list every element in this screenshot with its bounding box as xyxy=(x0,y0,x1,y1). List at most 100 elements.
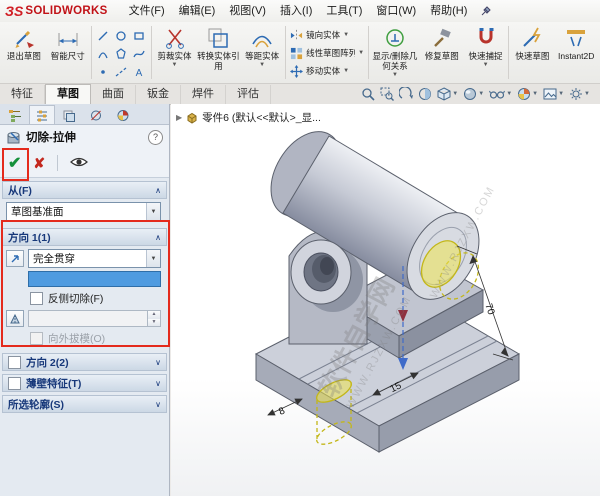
rapid-sketch-button[interactable]: 快速草图 xyxy=(510,23,554,62)
expand-icon[interactable]: ▶ xyxy=(176,113,182,122)
previous-view-button[interactable] xyxy=(399,87,414,101)
edit-appearance-button[interactable]: ▼ xyxy=(517,87,538,101)
linear-pattern-icon xyxy=(290,47,303,59)
feature-header: 切除-拉伸 ? xyxy=(0,125,169,149)
sketch-entity-grid: A xyxy=(93,23,150,80)
dimxpert-manager-tab[interactable] xyxy=(83,105,109,124)
solidworks-logo: ЗS SOLIDWORKS xyxy=(5,3,108,19)
menu-insert[interactable]: 插入(I) xyxy=(273,0,319,22)
repair-sketch-button[interactable]: 修复草图 xyxy=(420,23,464,62)
end-condition-combobox[interactable]: 完全贯穿 ▼ xyxy=(28,249,161,268)
flyout-feature-tree[interactable]: ▶ 零件6 (默认<<默认>_显... xyxy=(176,110,321,125)
spin-up-icon[interactable]: ▲ xyxy=(148,311,160,319)
model-view[interactable]: 70 15 8 软件自学网 WWW.RJZXW.COM WWW.RJZXW.CO… xyxy=(171,104,600,496)
caret-down-icon: ▼ xyxy=(452,91,459,97)
mirror-entities-button[interactable]: 镜向实体 ▼ xyxy=(287,27,367,43)
menu-file[interactable]: 文件(F) xyxy=(122,0,172,22)
thin-feature-checkbox[interactable] xyxy=(8,376,21,390)
dim-70-text[interactable]: 70 xyxy=(482,302,496,316)
draft-angle-field[interactable]: ▲ ▼ xyxy=(28,310,161,327)
cancel-button[interactable]: ✘ xyxy=(33,155,45,172)
apply-scene-button[interactable]: ▼ xyxy=(543,87,564,101)
caret-down-icon: ▼ xyxy=(343,68,350,74)
section-direction1-header[interactable]: 方向 1(1) ∧ xyxy=(2,228,167,246)
display-manager-tab[interactable] xyxy=(110,105,136,124)
menu-tools[interactable]: 工具(T) xyxy=(319,0,369,22)
circle-tool-button[interactable] xyxy=(113,27,130,44)
view-orientation-button[interactable]: ▼ xyxy=(437,87,458,101)
view-settings-button[interactable]: ▼ xyxy=(569,87,590,101)
property-manager-icon xyxy=(37,110,47,121)
tab-sheet-metal[interactable]: 钣金 xyxy=(136,85,181,104)
quick-snaps-button[interactable]: 快速捕捉 ▼ xyxy=(464,23,508,68)
offset-entities-button[interactable]: 等距实体 ▼ xyxy=(240,23,284,68)
section-view-button[interactable] xyxy=(418,87,432,101)
rectangle-tool-button[interactable] xyxy=(131,27,148,44)
caret-down-icon: ▼ xyxy=(482,61,489,68)
zoom-to-fit-button[interactable] xyxy=(361,87,375,101)
arc-tool-button[interactable] xyxy=(95,45,112,62)
line-tool-button[interactable] xyxy=(95,27,112,44)
start-condition-combobox[interactable]: 草图基准面 ▼ xyxy=(6,202,161,221)
exit-sketch-button[interactable]: 退出草图 xyxy=(2,23,46,62)
section-direction2-header[interactable]: 方向 2(2) ∨ xyxy=(2,353,167,371)
point-tool-button[interactable] xyxy=(95,63,112,80)
feature-tree-tab[interactable] xyxy=(2,105,28,124)
detailed-preview-button[interactable] xyxy=(70,156,89,171)
configuration-manager-icon xyxy=(63,110,75,122)
reverse-direction-icon xyxy=(11,255,19,263)
polygon-tool-button[interactable] xyxy=(113,45,130,62)
smart-dimension-button[interactable]: 智能尺寸 xyxy=(46,23,90,62)
section-from-header[interactable]: 从(F) ∧ xyxy=(2,181,167,199)
spin-down-icon[interactable]: ▼ xyxy=(148,318,160,326)
move-entities-button[interactable]: 移动实体 ▼ xyxy=(287,63,367,79)
menu-edit[interactable]: 编辑(E) xyxy=(172,0,223,22)
trim-entities-button[interactable]: 剪裁实体 ▼ xyxy=(153,23,197,68)
toolbar-separator xyxy=(285,26,287,79)
repair-sketch-icon xyxy=(433,28,451,47)
chevron-up-icon: ∧ xyxy=(155,232,161,242)
instant2d-button[interactable]: Instant2D xyxy=(554,23,598,62)
menu-window[interactable]: 窗口(W) xyxy=(369,0,423,22)
tab-features[interactable]: 特征 xyxy=(0,85,45,104)
convert-entities-button[interactable]: 转换实体引用 xyxy=(196,23,240,72)
property-manager-tab[interactable] xyxy=(29,105,55,124)
rapid-sketch-icon xyxy=(523,27,541,47)
draft-angle-spinner[interactable]: ▲ ▼ xyxy=(147,311,160,326)
pattern-tools-stack: 镜向实体 ▼ 线性草图阵列 ▼ 移动实体 ▼ xyxy=(287,23,367,79)
display-style-button[interactable]: ▼ xyxy=(463,87,484,101)
menu-view[interactable]: 视图(V) xyxy=(222,0,273,22)
tab-evaluate[interactable]: 评估 xyxy=(226,85,271,104)
ok-button[interactable]: ✔ xyxy=(8,153,21,173)
direction-reference-field[interactable] xyxy=(28,271,161,287)
hide-show-items-button[interactable]: ▼ xyxy=(489,87,512,101)
command-manager-tabs: 特征 草图 曲面 钣金 焊件 评估 ▼ ▼ ▼ ▼ ▼ ▼ xyxy=(0,84,600,105)
pin-menu-icon[interactable] xyxy=(480,5,492,17)
tab-weldments[interactable]: 焊件 xyxy=(181,85,226,104)
dim-8-text[interactable]: 8 xyxy=(277,405,287,418)
spline-tool-button[interactable] xyxy=(131,45,148,62)
draft-outward-checkbox[interactable] xyxy=(30,332,43,345)
section-thin-feature-header[interactable]: 薄壁特征(T) ∨ xyxy=(2,374,167,392)
centerline-tool-button[interactable] xyxy=(113,63,130,80)
direction2-checkbox[interactable] xyxy=(8,355,21,369)
offset-entities-icon xyxy=(252,35,272,48)
tab-surfaces[interactable]: 曲面 xyxy=(91,85,136,104)
flip-side-to-cut-checkbox-row: 反侧切除(F) xyxy=(30,291,161,306)
linear-sketch-pattern-button[interactable]: 线性草图阵列 ▼ xyxy=(287,45,367,61)
display-delete-relations-button[interactable]: 显示/删除几何关系 ▼ xyxy=(370,23,420,78)
zoom-to-area-button[interactable] xyxy=(380,87,395,101)
flip-side-to-cut-checkbox[interactable] xyxy=(30,292,43,305)
text-tool-button[interactable]: A xyxy=(131,63,148,80)
draft-button[interactable] xyxy=(6,310,24,327)
dimension-8[interactable]: 8 xyxy=(267,398,303,418)
section-selected-contours-header[interactable]: 所选轮廓(S) ∨ xyxy=(2,395,167,413)
help-icon[interactable]: ? xyxy=(148,129,163,145)
graphics-viewport[interactable]: ▶ 零件6 (默认<<默认>_显... 70 15 8 软件自学网 WWW.RJ… xyxy=(171,104,600,496)
reverse-direction-button[interactable] xyxy=(6,250,24,267)
caret-down-icon: ▼ xyxy=(478,91,485,97)
menu-help[interactable]: 帮助(H) xyxy=(423,0,474,22)
panel-tab-strip xyxy=(0,104,169,125)
configuration-manager-tab[interactable] xyxy=(56,105,82,124)
tab-sketch[interactable]: 草图 xyxy=(45,84,91,104)
